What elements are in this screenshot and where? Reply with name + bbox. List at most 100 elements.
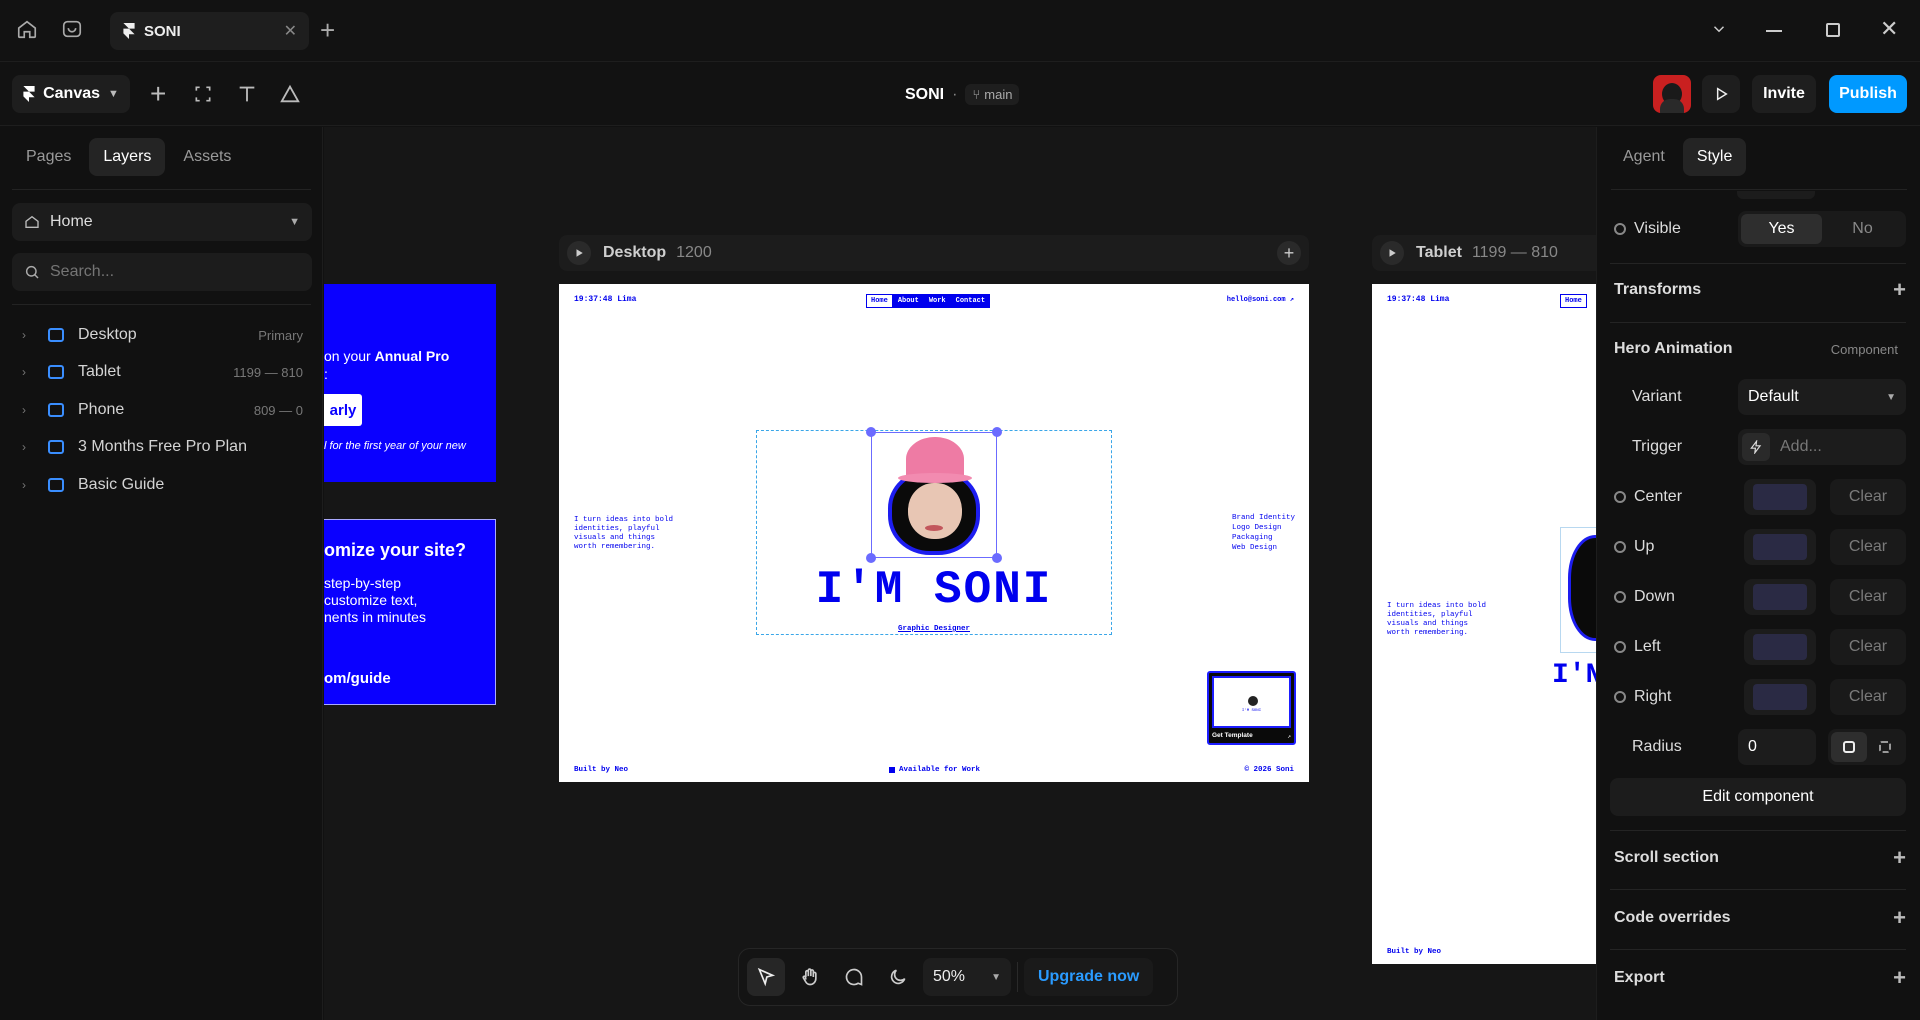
nav-home[interactable]: Home [867,295,892,307]
variable-icon[interactable] [1614,591,1626,603]
site-email[interactable]: hello@soni.com ↗ [1227,295,1294,304]
state-thumbnail[interactable] [1744,479,1816,515]
chevron-down-icon[interactable] [1710,20,1728,38]
add-icon[interactable]: + [1893,967,1906,989]
edit-component-button[interactable]: Edit component [1610,778,1906,816]
export-section[interactable]: Export + [1614,960,1906,996]
guide-link[interactable]: om/guide [324,670,391,687]
nav-about[interactable]: About [894,295,923,307]
comment-icon[interactable] [835,958,873,996]
add-icon[interactable]: + [1893,279,1906,301]
project-title[interactable]: SONI [905,86,944,104]
state-thumbnail[interactable] [1744,679,1816,715]
close-tab-icon[interactable]: ✕ [284,21,297,41]
visible-toggle[interactable]: Yes No [1738,211,1906,247]
tab-agent[interactable]: Agent [1609,138,1679,176]
chevron-right-icon[interactable]: › [22,478,36,492]
tab-style[interactable]: Style [1682,138,1747,176]
upgrade-button[interactable]: Upgrade now [1024,958,1154,996]
state-thumbnail[interactable] [1744,529,1816,565]
dark-mode-icon[interactable] [879,958,917,996]
tab-layers[interactable]: Layers [89,138,166,176]
tablet-artboard[interactable]: 19:37:48 Lima Home I turn ideas into bol… [1372,284,1596,964]
variant-select[interactable]: Default ▼ [1738,379,1906,415]
visible-no-option[interactable]: No [1822,214,1903,244]
desktop-artboard-header[interactable]: Desktop 1200 + [559,235,1309,271]
clear-button[interactable]: Clear [1830,529,1906,565]
radius-individual-icon[interactable] [1867,732,1903,762]
restore-icon[interactable] [1826,23,1840,37]
layer-item[interactable]: › Phone 809 — 0 [0,391,323,429]
preview-button[interactable] [1702,75,1740,113]
add-icon[interactable]: + [1893,907,1906,929]
chevron-right-icon[interactable]: › [22,403,36,417]
tab-assets[interactable]: Assets [169,138,245,176]
frame-tool-icon[interactable] [193,84,213,104]
variable-icon[interactable] [1614,223,1626,235]
publish-button[interactable]: Publish [1829,75,1907,113]
page-select[interactable]: Home ▼ [12,203,312,241]
variable-icon[interactable] [1614,491,1626,503]
visible-yes-option[interactable]: Yes [1741,214,1822,244]
invite-button[interactable]: Invite [1752,75,1816,113]
canvas[interactable]: on your Annual Pro : arly l for the firs… [324,127,1596,1020]
variable-icon[interactable] [1614,541,1626,553]
layer-item[interactable]: › 3 Months Free Pro Plan [0,428,323,466]
avatar[interactable] [1653,75,1691,113]
chevron-right-icon[interactable]: › [22,328,36,342]
hand-tool-icon[interactable] [791,958,829,996]
clear-button[interactable]: Clear [1830,679,1906,715]
zoom-select[interactable]: 50% ▼ [923,958,1011,996]
desktop-artboard[interactable]: 19:37:48 Lima Home About Work Contact he… [559,284,1309,782]
code-overrides-section[interactable]: Code overrides + [1614,900,1906,936]
get-template-widget[interactable]: I'M SONI Get Template ↗ [1207,671,1296,745]
branch-badge[interactable]: ⑂ main [965,84,1020,105]
state-thumbnail[interactable] [1744,629,1816,665]
insert-icon[interactable]: + [150,80,166,108]
new-tab-icon[interactable]: + [320,17,335,43]
clear-button[interactable]: Clear [1830,479,1906,515]
promo-card[interactable]: on your Annual Pro : arly l for the firs… [324,284,496,482]
clear-button[interactable]: Clear [1830,579,1906,615]
variable-icon[interactable] [1614,641,1626,653]
tablet-artboard-header[interactable]: Tablet 1199 — 810 [1372,235,1596,271]
resize-handle[interactable] [866,553,876,563]
canvas-mode-button[interactable]: Canvas ▼ [12,75,130,113]
add-icon[interactable]: + [1893,847,1906,869]
layer-item[interactable]: › Basic Guide [0,466,323,504]
chevron-right-icon[interactable]: › [22,440,36,454]
nav-work[interactable]: Work [925,295,950,307]
layer-item[interactable]: › Desktop Primary [0,316,323,354]
shape-tool-icon[interactable] [279,83,301,105]
close-window-icon[interactable]: ✕ [1880,16,1898,42]
layer-item[interactable]: › Tablet 1199 — 810 [0,353,323,391]
layer-search[interactable] [12,253,312,291]
document-tab[interactable]: SONI ✕ [110,12,309,50]
inbox-icon[interactable] [61,18,83,40]
resize-handle[interactable] [866,427,876,437]
resize-handle[interactable] [992,427,1002,437]
minimize-icon[interactable] [1766,30,1782,32]
nav-home[interactable]: Home [1561,295,1586,307]
state-thumbnail[interactable] [1744,579,1816,615]
play-icon[interactable] [1380,241,1404,265]
transforms-section[interactable]: Transforms + [1614,272,1906,308]
play-icon[interactable] [567,241,591,265]
hero-container[interactable] [1560,527,1596,653]
chevron-right-icon[interactable]: › [22,365,36,379]
add-breakpoint-icon[interactable]: + [1277,241,1301,265]
trigger-input[interactable]: Add... [1738,429,1906,465]
radius-mode-toggle[interactable] [1828,729,1906,765]
variable-icon[interactable] [1614,691,1626,703]
guide-card[interactable]: omize your site? step-by-step customize … [324,519,496,705]
search-input[interactable] [50,263,290,281]
resize-handle[interactable] [992,553,1002,563]
promo-button[interactable]: arly [324,394,362,426]
home-icon[interactable] [16,18,38,40]
tab-pages[interactable]: Pages [12,138,85,176]
select-tool-icon[interactable] [747,958,785,996]
hero-animation-component[interactable] [866,427,1002,563]
text-tool-icon[interactable] [236,83,258,105]
clear-button[interactable]: Clear [1830,629,1906,665]
radius-all-icon[interactable] [1831,732,1867,762]
